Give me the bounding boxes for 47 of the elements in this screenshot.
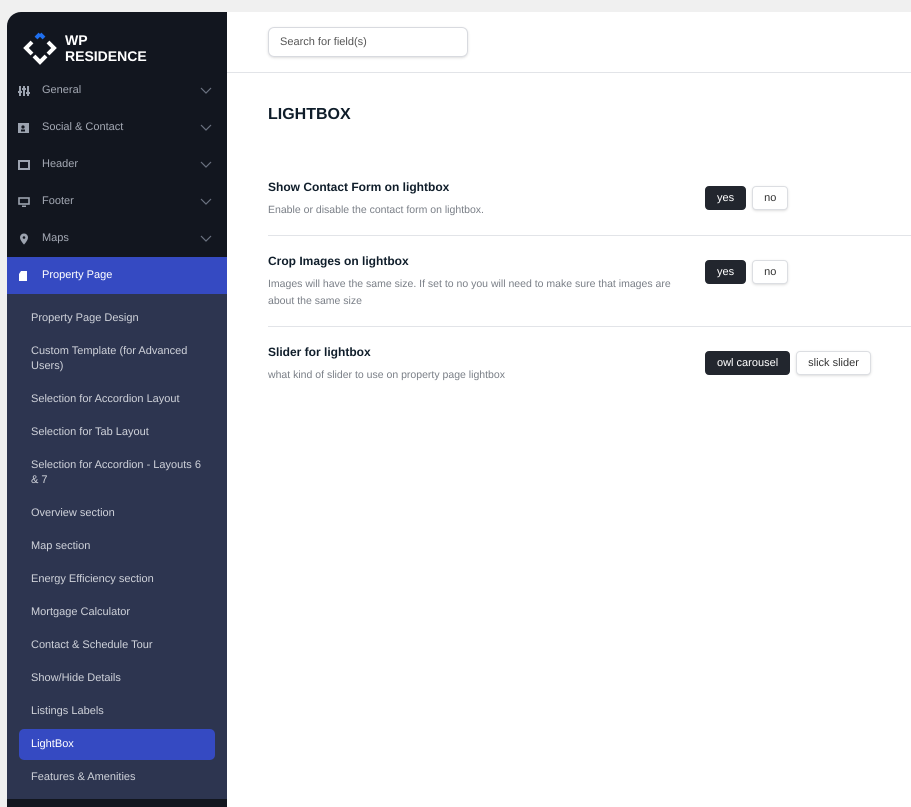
contact-card-icon xyxy=(18,122,30,134)
submenu-item[interactable]: LightBox xyxy=(19,729,215,760)
submenu-item[interactable]: Property Page Design xyxy=(19,303,215,334)
chevron-icon xyxy=(200,198,212,206)
setting-title: Crop Images on lightbox xyxy=(268,253,410,270)
setting-title: Show Contact Form on lightbox xyxy=(268,179,450,196)
submenu-item[interactable]: Selection for Accordion - Layouts 6 & 7 xyxy=(19,450,215,496)
section-title: LIGHTBOX xyxy=(268,105,352,125)
option-button[interactable]: slick slider xyxy=(796,351,871,375)
chevron-icon xyxy=(200,124,212,132)
sidebar-item[interactable]: Header xyxy=(7,146,227,183)
monitor-icon xyxy=(18,196,30,208)
laptop-icon xyxy=(18,158,30,170)
chevron-icon xyxy=(200,86,212,94)
submenu-item[interactable]: Listings Labels xyxy=(19,696,215,727)
chevron-icon xyxy=(200,160,212,168)
sidebar-item[interactable]: General xyxy=(7,72,227,109)
logo-text: WP RESIDENCE xyxy=(65,32,147,64)
option-button[interactable]: yes xyxy=(705,186,746,210)
submenu-item[interactable]: Selection for Tab Layout xyxy=(19,417,215,448)
chevron-icon xyxy=(200,234,212,242)
submenu-item[interactable]: Show/Hide Details xyxy=(19,663,215,694)
setting-description: Enable or disable the contact form on lightbox. xyxy=(268,203,485,218)
sidebar-item[interactable]: Property Page xyxy=(7,257,227,294)
submenu-item[interactable]: Contact & Schedule Tour xyxy=(19,630,215,661)
submenu-item[interactable]: Selection for Accordion Layout xyxy=(19,384,215,415)
logo-icon xyxy=(23,31,57,65)
setting-description: what kind of slider to use on property page lightbox xyxy=(268,368,506,383)
option-button[interactable]: yes xyxy=(705,260,746,284)
setting-description: Images will have the same size. If set to no you will need to make sure that images are about the same size xyxy=(268,277,672,309)
sidebar-item[interactable]: Footer xyxy=(7,183,227,220)
document-icon xyxy=(18,270,30,282)
option-button[interactable]: no xyxy=(752,260,788,284)
setting-title: Slider for lightbox xyxy=(268,344,372,361)
submenu-item[interactable]: Energy Efficiency section xyxy=(19,564,215,595)
sliders-icon xyxy=(18,84,30,96)
sidebar-item[interactable]: Social & Contact xyxy=(7,109,227,146)
map-pin-icon xyxy=(18,232,30,244)
search-field[interactable]: Search for field(s) xyxy=(268,27,468,57)
submenu-item[interactable]: Overview section xyxy=(19,498,215,529)
submenu-item[interactable]: Features & Amenities xyxy=(19,762,215,793)
submenu-item[interactable]: Custom Template (for Advanced Users) xyxy=(19,336,215,382)
option-button[interactable]: no xyxy=(752,186,788,210)
submenu-item[interactable]: Mortgage Calculator xyxy=(19,597,215,628)
submenu-item[interactable]: Map section xyxy=(19,531,215,562)
option-button[interactable]: owl carousel xyxy=(705,351,790,375)
sidebar-item[interactable]: Maps xyxy=(7,220,227,257)
